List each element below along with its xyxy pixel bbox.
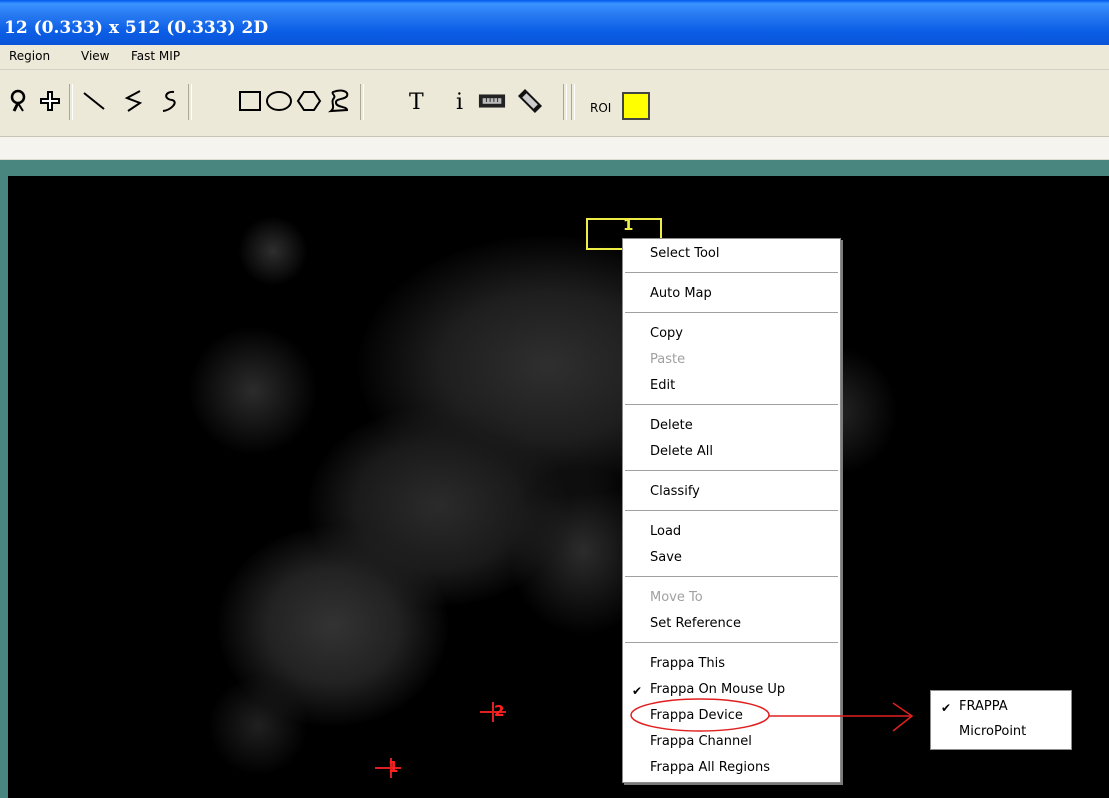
annotation-arrowhead — [892, 702, 914, 732]
highlight-ellipse — [630, 698, 770, 732]
annotation-overlay — [630, 698, 914, 732]
